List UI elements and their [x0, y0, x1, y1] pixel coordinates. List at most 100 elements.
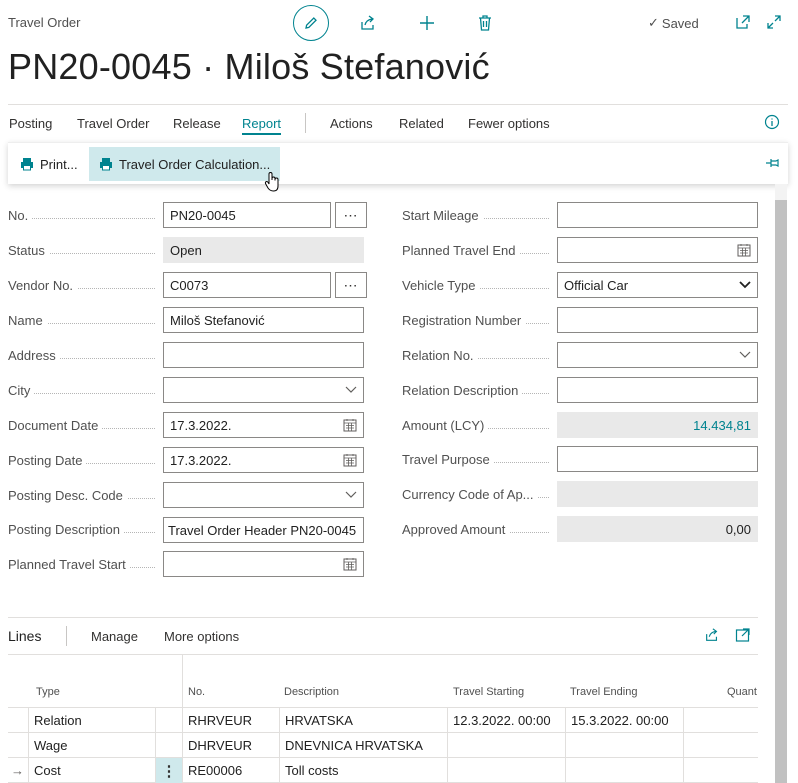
vendor-no-field[interactable]: C0073: [163, 272, 331, 298]
lines-expand-button[interactable]: [734, 626, 752, 644]
column-header-no[interactable]: No.: [188, 686, 205, 698]
relation-description-field[interactable]: [557, 377, 758, 403]
travel-purpose-field[interactable]: [557, 446, 758, 472]
row-menu-cell[interactable]: [155, 733, 182, 758]
action-travel-order[interactable]: Travel Order: [77, 116, 149, 131]
column-header-description[interactable]: Description: [284, 686, 339, 698]
more-vertical-icon[interactable]: ⋮: [162, 762, 177, 780]
row-indicator[interactable]: [8, 733, 28, 758]
lines-title[interactable]: Lines: [8, 628, 41, 644]
calendar-icon[interactable]: [343, 418, 357, 432]
new-button[interactable]: [416, 12, 438, 34]
column-header-quantity[interactable]: Quant: [727, 686, 757, 698]
type-cell[interactable]: Wage: [28, 733, 155, 758]
table-row[interactable]: Wage DHRVEUR DNEVNICA HRVATSKA: [8, 733, 758, 758]
table-row[interactable]: → Cost ⋮ RE00006 Toll costs: [8, 758, 758, 783]
quantity-cell[interactable]: [683, 758, 758, 783]
action-posting[interactable]: Posting: [9, 116, 52, 131]
column-header-travel-ending[interactable]: Travel Ending: [570, 686, 637, 698]
description-cell[interactable]: Toll costs: [279, 758, 447, 783]
column-header-travel-starting[interactable]: Travel Starting: [453, 686, 524, 698]
description-cell[interactable]: DNEVNICA HRVATSKA: [279, 733, 447, 758]
address-field[interactable]: [163, 342, 364, 368]
relation-no-field[interactable]: [557, 342, 758, 368]
lines-more-options-button[interactable]: More options: [164, 629, 239, 644]
lines-manage-button[interactable]: Manage: [91, 629, 138, 644]
print-button[interactable]: Print...: [10, 147, 88, 181]
calendar-icon[interactable]: [737, 243, 751, 257]
vendor-no-lookup-button[interactable]: ⋯: [335, 272, 367, 298]
field-label: Planned Travel End: [402, 243, 549, 258]
lines-share-button[interactable]: [703, 626, 721, 644]
posting-desc-code-field[interactable]: [163, 482, 364, 508]
open-new-window-button[interactable]: [733, 12, 753, 32]
planned-travel-start-field[interactable]: [163, 551, 364, 577]
city-field[interactable]: [163, 377, 364, 403]
field-label: Document Date: [8, 418, 155, 433]
travel-starting-cell[interactable]: [447, 758, 565, 783]
saved-label: Saved: [661, 15, 699, 31]
amount-lcy-value[interactable]: 14.434,81: [693, 418, 751, 433]
row-menu-cell[interactable]: ⋮: [155, 758, 182, 783]
planned-travel-end-field[interactable]: [557, 237, 758, 263]
no-cell[interactable]: DHRVEUR: [182, 733, 279, 758]
start-mileage-field[interactable]: [557, 202, 758, 228]
table-row[interactable]: Relation RHRVEUR HRVATSKA 12.3.2022. 00:…: [8, 708, 758, 733]
travel-order-calculation-button[interactable]: Travel Order Calculation...: [89, 147, 281, 181]
action-report[interactable]: Report: [242, 116, 282, 135]
row-indicator[interactable]: [8, 708, 28, 733]
saved-status: ✓ Saved: [648, 15, 699, 31]
posting-description-field[interactable]: Travel Order Header PN20-0045: [163, 517, 364, 543]
trash-icon: [479, 15, 491, 31]
row-menu-cell[interactable]: [155, 708, 182, 733]
action-actions[interactable]: Actions: [330, 116, 373, 131]
field-label: Status: [8, 243, 155, 258]
field-label: Currency Code of Ap...: [402, 487, 549, 502]
travel-ending-cell[interactable]: [565, 733, 683, 758]
expand-icon: [767, 15, 781, 29]
action-fewer-options[interactable]: Fewer options: [468, 116, 550, 131]
edit-button[interactable]: [293, 5, 329, 41]
travel-ending-cell[interactable]: 15.3.2022. 00:00: [565, 708, 683, 733]
info-button[interactable]: [763, 113, 781, 131]
travel-ending-cell[interactable]: [565, 758, 683, 783]
action-release[interactable]: Release: [173, 116, 221, 131]
action-related[interactable]: Related: [399, 116, 444, 131]
type-cell[interactable]: Cost: [28, 758, 155, 783]
open-in-new-icon: [736, 15, 750, 29]
row-indicator[interactable]: →: [8, 758, 28, 783]
scrollbar-thumb[interactable]: [775, 200, 787, 783]
column-header-type[interactable]: Type: [36, 686, 60, 698]
travel-starting-cell[interactable]: 12.3.2022. 00:00: [447, 708, 565, 733]
vehicle-type-value: Official Car: [564, 277, 629, 293]
registration-number-field[interactable]: [557, 307, 758, 333]
amount-lcy-field[interactable]: 14.434,81: [557, 412, 758, 438]
calendar-icon[interactable]: [343, 453, 357, 467]
label-text: Name: [8, 313, 47, 328]
calendar-icon[interactable]: [343, 557, 357, 571]
share-button[interactable]: [357, 12, 379, 34]
posting-date-field[interactable]: 17.3.2022.: [163, 447, 364, 473]
field-label: No.: [8, 208, 155, 223]
pin-button[interactable]: [764, 154, 782, 172]
no-field[interactable]: PN20-0045: [163, 202, 331, 228]
type-cell[interactable]: Relation: [28, 708, 155, 733]
delete-button[interactable]: [474, 12, 496, 34]
quantity-cell[interactable]: [683, 708, 758, 733]
no-lookup-button[interactable]: ⋯: [335, 202, 367, 228]
no-cell[interactable]: RHRVEUR: [182, 708, 279, 733]
name-field[interactable]: Miloš Stefanović: [163, 307, 364, 333]
travel-starting-cell[interactable]: [447, 733, 565, 758]
field-label: Address: [8, 348, 155, 363]
quantity-cell[interactable]: [683, 733, 758, 758]
field-label: Vehicle Type: [402, 278, 549, 293]
document-date-field[interactable]: 17.3.2022.: [163, 412, 364, 438]
label-text: Posting Desc. Code: [8, 488, 127, 503]
description-cell[interactable]: HRVATSKA: [279, 708, 447, 733]
label-text: Amount (LCY): [402, 418, 489, 433]
field-label: Start Mileage: [402, 208, 549, 223]
expand-button[interactable]: [764, 12, 784, 32]
vehicle-type-select[interactable]: Official Car: [557, 272, 758, 298]
field-label: Name: [8, 313, 155, 328]
no-cell[interactable]: RE00006: [182, 758, 279, 783]
